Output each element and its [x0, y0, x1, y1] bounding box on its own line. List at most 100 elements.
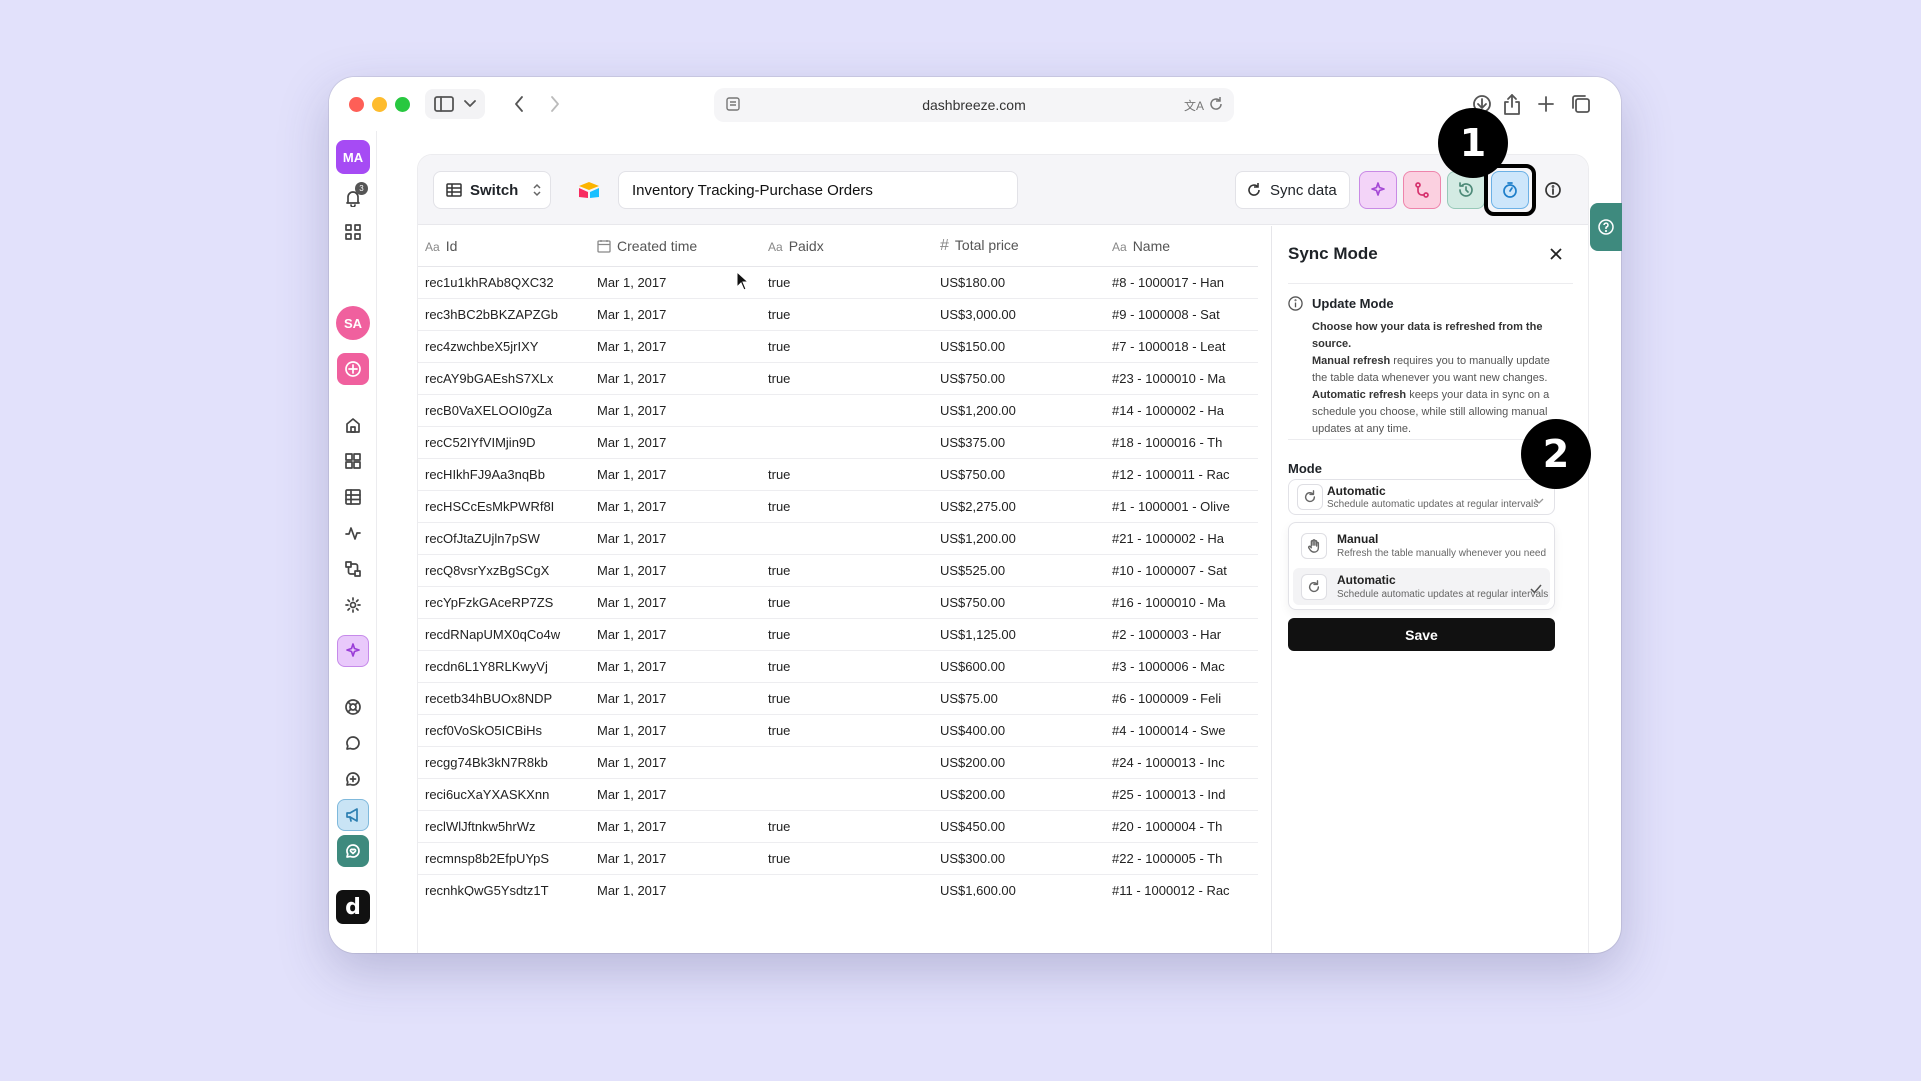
table-cell[interactable]: true — [761, 458, 933, 491]
user-avatar[interactable]: SA — [336, 306, 370, 340]
table-cell[interactable]: US$200.00 — [933, 746, 1105, 779]
table-cell[interactable]: Mar 1, 2017 — [590, 842, 761, 875]
table-cell[interactable] — [761, 426, 933, 459]
table-row[interactable]: recHSCcEsMkPWRf8I Mar 1, 2017 true US$2,275… — [418, 490, 1258, 523]
table-cell[interactable]: #23 - 1000010 - Ma — [1105, 362, 1258, 395]
back-icon[interactable] — [511, 93, 527, 115]
feedback-button[interactable] — [337, 763, 369, 795]
maximize-window-button[interactable] — [395, 97, 410, 112]
close-icon[interactable] — [1546, 244, 1566, 264]
table-cell[interactable]: US$2,275.00 — [933, 490, 1105, 523]
help-tab[interactable] — [1590, 203, 1622, 251]
sidebar-toggle-icon[interactable] — [433, 93, 455, 115]
table-cell[interactable]: recdRNapUMX0qCo4w — [418, 618, 590, 651]
table-cell[interactable]: rec4zwchbeX5jrIXY — [418, 330, 590, 363]
table-cell[interactable]: #20 - 1000004 - Th — [1105, 810, 1258, 843]
table-cell[interactable]: US$1,200.00 — [933, 394, 1105, 427]
close-window-button[interactable] — [349, 97, 364, 112]
table-cell[interactable]: #21 - 1000002 - Ha — [1105, 522, 1258, 555]
table-cell[interactable]: true — [761, 682, 933, 715]
table-cell[interactable]: #12 - 1000011 - Rac — [1105, 458, 1258, 491]
minimize-window-button[interactable] — [372, 97, 387, 112]
table-cell[interactable]: #4 - 1000014 - Swe — [1105, 714, 1258, 747]
table-cell[interactable]: Mar 1, 2017 — [590, 810, 761, 843]
table-cell[interactable]: recC52IYfVIMjin9D — [418, 426, 590, 459]
table-cell[interactable]: #10 - 1000007 - Sat — [1105, 554, 1258, 587]
ai-button[interactable] — [337, 635, 369, 667]
table-cell[interactable]: Mar 1, 2017 — [590, 554, 761, 587]
forward-icon[interactable] — [547, 93, 563, 115]
table-cell[interactable]: recf0VoSkO5ICBiHs — [418, 714, 590, 747]
table-cell[interactable]: US$450.00 — [933, 810, 1105, 843]
table-cell[interactable]: US$600.00 — [933, 650, 1105, 683]
table-cell[interactable]: recHIkhFJ9Aa3nqBb — [418, 458, 590, 491]
table-button[interactable] — [337, 481, 369, 513]
table-cell[interactable]: true — [761, 362, 933, 395]
table-cell[interactable]: recnhkQwG5Ysdtz1T — [418, 874, 590, 896]
table-cell[interactable]: Mar 1, 2017 — [590, 330, 761, 363]
reload-icon[interactable] — [1208, 96, 1224, 115]
favorites-button[interactable] — [337, 835, 369, 867]
table-cell[interactable] — [761, 874, 933, 896]
table-row[interactable]: recmnsp8b2EfpUYpS Mar 1, 2017 true US$300.0… — [418, 842, 1258, 875]
table-cell[interactable]: reclWlJftnkw5hrWz — [418, 810, 590, 843]
chat-button[interactable] — [337, 727, 369, 759]
switch-button[interactable]: Switch — [433, 171, 551, 209]
table-cell[interactable]: US$750.00 — [933, 586, 1105, 619]
table-row[interactable]: recYpFzkGAceRP7ZS Mar 1, 2017 true US$750.0… — [418, 586, 1258, 619]
table-cell[interactable]: recAY9bGAEshS7XLx — [418, 362, 590, 395]
table-cell[interactable]: Mar 1, 2017 — [590, 426, 761, 459]
table-cell[interactable]: true — [761, 650, 933, 683]
table-cell[interactable]: Mar 1, 2017 — [590, 586, 761, 619]
table-cell[interactable]: reci6ucXaYXASKXnn — [418, 778, 590, 811]
table-row[interactable]: recetb34hBUOx8NDP Mar 1, 2017 true US$75.00… — [418, 682, 1258, 715]
table-cell[interactable]: Mar 1, 2017 — [590, 650, 761, 683]
save-button[interactable]: Save — [1288, 618, 1555, 651]
table-cell[interactable]: #7 - 1000018 - Leat — [1105, 330, 1258, 363]
table-cell[interactable]: rec1u1khRAb8QXC32 — [418, 266, 590, 299]
table-row[interactable]: reci6ucXaYXASKXnn Mar 1, 2017 US$200.00 #25… — [418, 778, 1258, 811]
table-cell[interactable]: true — [761, 266, 933, 299]
table-cell[interactable]: Mar 1, 2017 — [590, 618, 761, 651]
table-cell[interactable]: Mar 1, 2017 — [590, 682, 761, 715]
table-cell[interactable]: US$400.00 — [933, 714, 1105, 747]
table-row[interactable]: recOfJtaZUjln7pSW Mar 1, 2017 US$1,200.00 #… — [418, 522, 1258, 555]
activity-button[interactable] — [337, 517, 369, 549]
table-cell[interactable]: recmnsp8b2EfpUYpS — [418, 842, 590, 875]
mode-option-automatic[interactable]: Automatic Schedule automatic updates at … — [1293, 568, 1550, 605]
table-cell[interactable]: US$750.00 — [933, 458, 1105, 491]
table-row[interactable]: recdRNapUMX0qCo4w Mar 1, 2017 true US$1,125… — [418, 618, 1258, 651]
table-cell[interactable]: US$750.00 — [933, 362, 1105, 395]
table-cell[interactable]: #1 - 1000001 - Olive — [1105, 490, 1258, 523]
table-row[interactable]: rec3hBC2bBKZAPZGb Mar 1, 2017 true US$3,000… — [418, 298, 1258, 331]
table-row[interactable]: rec1u1khRAb8QXC32 Mar 1, 2017 true US$180.0… — [418, 266, 1258, 299]
announcements-button[interactable] — [337, 799, 369, 831]
table-cell[interactable]: #11 - 1000012 - Rac — [1105, 874, 1258, 896]
table-cell[interactable]: #25 - 1000013 - Ind — [1105, 778, 1258, 811]
table-cell[interactable] — [761, 522, 933, 555]
table-cell[interactable]: #2 - 1000003 - Har — [1105, 618, 1258, 651]
table-cell[interactable]: Mar 1, 2017 — [590, 490, 761, 523]
table-cell[interactable]: Mar 1, 2017 — [590, 298, 761, 331]
sync-data-button[interactable]: Sync data — [1235, 171, 1350, 209]
ai-tool-button[interactable] — [1359, 171, 1397, 209]
table-row[interactable]: recHIkhFJ9Aa3nqBb Mar 1, 2017 true US$750.0… — [418, 458, 1258, 491]
table-cell[interactable]: US$150.00 — [933, 330, 1105, 363]
table-row[interactable]: recdn6L1Y8RLKwyVj Mar 1, 2017 true US$600.0… — [418, 650, 1258, 683]
app-logo[interactable]: d — [336, 890, 370, 924]
table-cell[interactable]: recgg74Bk3kN7R8kb — [418, 746, 590, 779]
table-cell[interactable]: Mar 1, 2017 — [590, 746, 761, 779]
column-header[interactable]: Aa Name — [1105, 226, 1258, 267]
address-bar[interactable]: dashbreeze.com 文A — [714, 88, 1234, 122]
table-row[interactable]: recB0VaXELOOI0gZa Mar 1, 2017 US$1,200.00 #… — [418, 394, 1258, 427]
table-cell[interactable]: true — [761, 618, 933, 651]
table-row[interactable]: recAY9bGAEshS7XLx Mar 1, 2017 true US$750.0… — [418, 362, 1258, 395]
table-cell[interactable]: Mar 1, 2017 — [590, 714, 761, 747]
table-cell[interactable]: Mar 1, 2017 — [590, 874, 761, 896]
tabs-overview-icon[interactable] — [1570, 93, 1592, 115]
table-cell[interactable]: recdn6L1Y8RLKwyVj — [418, 650, 590, 683]
table-cell[interactable]: #16 - 1000010 - Ma — [1105, 586, 1258, 619]
table-cell[interactable]: US$1,200.00 — [933, 522, 1105, 555]
table-cell[interactable]: US$75.00 — [933, 682, 1105, 715]
home-button[interactable] — [337, 409, 369, 441]
